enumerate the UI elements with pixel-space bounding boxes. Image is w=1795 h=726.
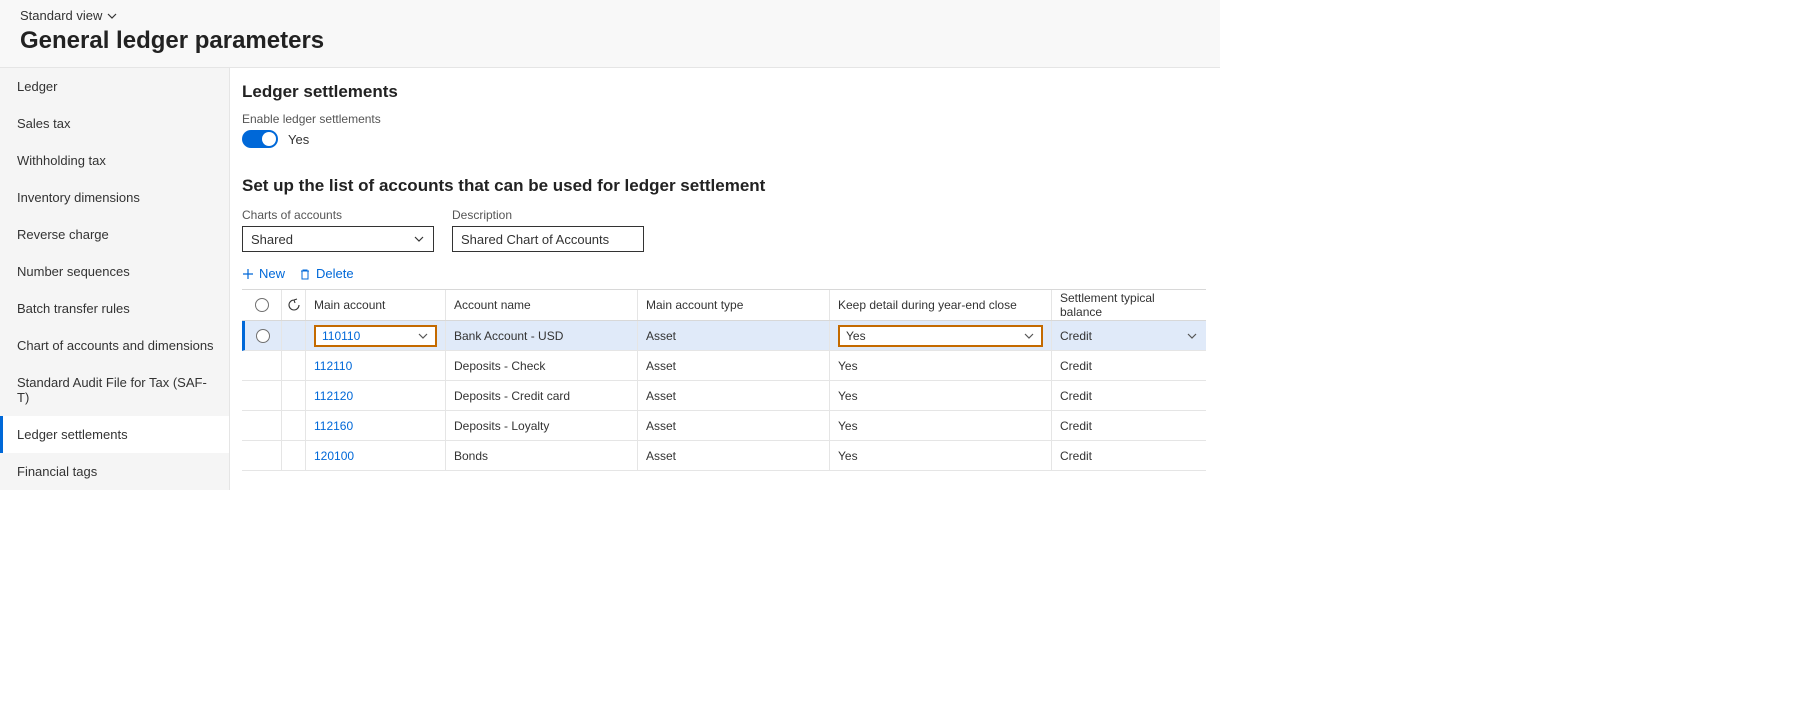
account-type-cell: Asset (638, 351, 830, 380)
sidebar-item-ledger[interactable]: Ledger (0, 68, 229, 105)
sidebar-item-number-sequences[interactable]: Number sequences (0, 253, 229, 290)
account-name-cell: Bank Account - USD (446, 321, 638, 350)
table-row[interactable]: 112120 Deposits - Credit card Asset Yes … (242, 381, 1206, 411)
account-name-cell: Bonds (446, 441, 638, 470)
sidebar-item-saf-t[interactable]: Standard Audit File for Tax (SAF-T) (0, 364, 229, 416)
main-panel: Ledger settlements Enable ledger settlem… (230, 68, 1220, 490)
chevron-down-icon (1186, 330, 1198, 342)
sidebar-item-inventory-dimensions[interactable]: Inventory dimensions (0, 179, 229, 216)
account-type-cell: Asset (638, 381, 830, 410)
enable-toggle[interactable] (242, 130, 278, 148)
table-row[interactable]: 112160 Deposits - Loyalty Asset Yes Cred… (242, 411, 1206, 441)
main-account-cell[interactable]: 112120 (314, 389, 353, 403)
account-type-cell: Asset (638, 321, 830, 350)
account-type-cell: Asset (638, 441, 830, 470)
balance-cell: Credit (1052, 411, 1206, 440)
desc-input[interactable]: Shared Chart of Accounts (452, 226, 644, 252)
col-balance[interactable]: Settlement typical balance (1052, 290, 1206, 320)
table-row[interactable]: 112110 Deposits - Check Asset Yes Credit (242, 351, 1206, 381)
accounts-grid: Main account Account name Main account t… (242, 289, 1206, 471)
sidebar-item-withholding-tax[interactable]: Withholding tax (0, 142, 229, 179)
grid-header: Main account Account name Main account t… (242, 290, 1206, 321)
page-title: General ledger parameters (20, 27, 1200, 55)
refresh-header[interactable] (282, 290, 306, 320)
main-account-cell[interactable]: 112160 (314, 419, 353, 433)
col-account-type[interactable]: Main account type (638, 290, 830, 320)
chevron-down-icon (1023, 330, 1035, 342)
balance-cell[interactable]: Credit (1052, 321, 1206, 350)
keep-detail-cell: Yes (830, 381, 1052, 410)
view-switcher[interactable]: Standard view (20, 8, 118, 23)
keep-detail-cell: Yes (830, 411, 1052, 440)
chevron-down-icon (417, 330, 429, 342)
coa-value: Shared (251, 232, 293, 247)
refresh-icon (287, 298, 301, 312)
enable-label: Enable ledger settlements (242, 112, 1206, 126)
col-main-account[interactable]: Main account (306, 290, 446, 320)
sidebar-item-chart-of-accounts[interactable]: Chart of accounts and dimensions (0, 327, 229, 364)
main-account-cell[interactable]: 112110 (314, 359, 352, 373)
coa-label: Charts of accounts (242, 208, 434, 222)
table-row[interactable]: 120100 Bonds Asset Yes Credit (242, 441, 1206, 471)
balance-cell: Credit (1052, 381, 1206, 410)
desc-value: Shared Chart of Accounts (461, 232, 609, 247)
account-type-cell: Asset (638, 411, 830, 440)
section-title: Ledger settlements (242, 82, 1206, 102)
table-row[interactable]: 110110 Bank Account - USD Asset Yes Cred… (242, 321, 1206, 351)
sidebar-item-batch-transfer-rules[interactable]: Batch transfer rules (0, 290, 229, 327)
select-all-header[interactable] (242, 290, 282, 320)
setup-title: Set up the list of accounts that can be … (242, 176, 1206, 196)
coa-select[interactable]: Shared (242, 226, 434, 252)
page-header: Standard view General ledger parameters (0, 0, 1220, 68)
keep-detail-cell: Yes (830, 441, 1052, 470)
balance-cell: Credit (1052, 441, 1206, 470)
delete-button[interactable]: Delete (299, 266, 354, 281)
keep-detail-cell[interactable]: Yes (838, 325, 1043, 347)
keep-detail-cell: Yes (830, 351, 1052, 380)
desc-label: Description (452, 208, 644, 222)
trash-icon (299, 268, 311, 280)
sidebar: Ledger Sales tax Withholding tax Invento… (0, 68, 230, 490)
new-button[interactable]: New (242, 266, 285, 281)
col-keep-detail[interactable]: Keep detail during year-end close (830, 290, 1052, 320)
account-name-cell: Deposits - Check (446, 351, 638, 380)
sidebar-item-financial-tags[interactable]: Financial tags (0, 453, 229, 490)
plus-icon (242, 268, 254, 280)
chevron-down-icon (106, 10, 118, 22)
toggle-value: Yes (288, 132, 309, 147)
main-account-cell[interactable]: 120100 (314, 449, 354, 463)
col-account-name[interactable]: Account name (446, 290, 638, 320)
sidebar-item-ledger-settlements[interactable]: Ledger settlements (0, 416, 229, 453)
main-account-cell[interactable]: 110110 (314, 325, 437, 347)
view-label: Standard view (20, 8, 102, 23)
balance-cell: Credit (1052, 351, 1206, 380)
account-name-cell: Deposits - Credit card (446, 381, 638, 410)
sidebar-item-sales-tax[interactable]: Sales tax (0, 105, 229, 142)
row-select[interactable] (256, 329, 270, 343)
chevron-down-icon (413, 233, 425, 245)
sidebar-item-reverse-charge[interactable]: Reverse charge (0, 216, 229, 253)
account-name-cell: Deposits - Loyalty (446, 411, 638, 440)
